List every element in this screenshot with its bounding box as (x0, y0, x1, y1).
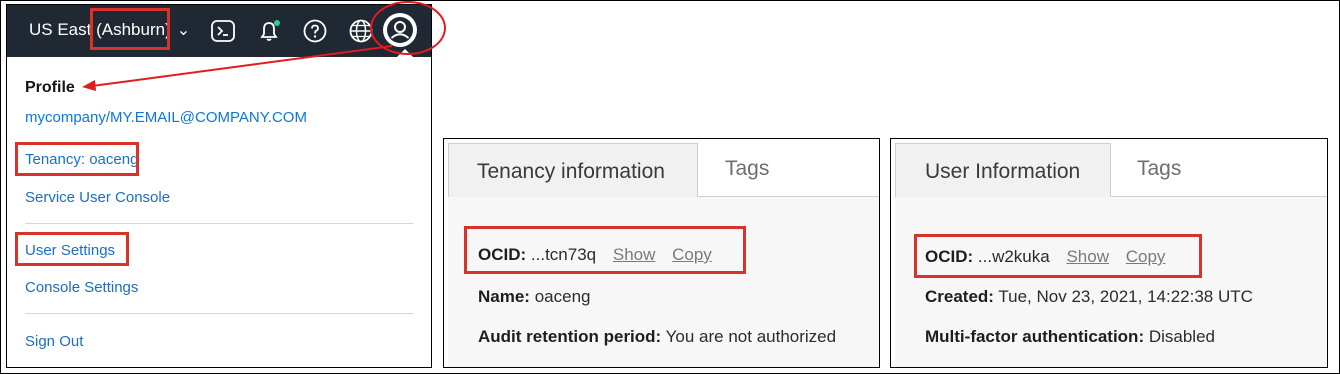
created-row: Created: Tue, Nov 23, 2021, 14:22:38 UTC (925, 287, 1253, 307)
tenancy-details: OCID: ...tcn73q Show Copy Name: oaceng A… (448, 197, 879, 367)
menu-divider (25, 223, 413, 224)
profile-title: Profile (25, 79, 75, 96)
tab-label: Tenancy information (477, 160, 665, 183)
sign-out-link[interactable]: Sign Out (25, 333, 83, 350)
chevron-down-icon: ⌄ (176, 22, 191, 39)
user-account-link[interactable]: mycompany/MY.EMAIL@COMPANY.COM (25, 109, 307, 126)
tenancy-highlight-box (15, 142, 139, 176)
name-row: Name: oaceng (478, 287, 590, 307)
region-highlight-box (90, 8, 170, 50)
notification-dot (274, 20, 280, 26)
bell-icon[interactable] (256, 18, 282, 44)
user-settings-highlight-box (15, 232, 129, 266)
menu-divider (25, 313, 413, 314)
help-icon[interactable] (302, 18, 328, 44)
terminal-icon[interactable] (210, 18, 236, 44)
mfa-row: Multi-factor authentication: Disabled (925, 327, 1215, 347)
tab-user-information[interactable]: User Information (895, 143, 1111, 201)
audit-label: Audit retention period: (478, 327, 662, 346)
mfa-label: Multi-factor authentication: (925, 327, 1145, 346)
tab-tenancy-information[interactable]: Tenancy information (448, 143, 698, 201)
created-label: Created: (925, 287, 994, 306)
service-user-console-link[interactable]: Service User Console (25, 189, 170, 206)
tenancy-ocid-highlight-box (464, 226, 746, 274)
profile-panel: US East (Ashburn) ⌄ Profile mycompany/MY… (6, 4, 432, 368)
audit-value: You are not authorized (665, 327, 837, 346)
avatar-highlight-ellipse (370, 1, 446, 55)
created-value: Tue, Nov 23, 2021, 14:22:38 UTC (998, 287, 1253, 306)
console-settings-link[interactable]: Console Settings (25, 279, 138, 296)
tab-tags[interactable]: Tags (1137, 157, 1181, 181)
user-ocid-highlight-box (914, 234, 1202, 278)
tab-tags[interactable]: Tags (725, 157, 769, 181)
name-label: Name: (478, 287, 530, 306)
name-value: oaceng (534, 287, 591, 306)
audit-row: Audit retention period: You are not auth… (478, 327, 836, 347)
mfa-value: Disabled (1148, 327, 1215, 346)
console-header: US East (Ashburn) ⌄ (7, 5, 431, 57)
tab-label: User Information (925, 160, 1081, 183)
user-details: OCID: ...w2kuka Show Copy Created: Tue, … (895, 197, 1327, 367)
